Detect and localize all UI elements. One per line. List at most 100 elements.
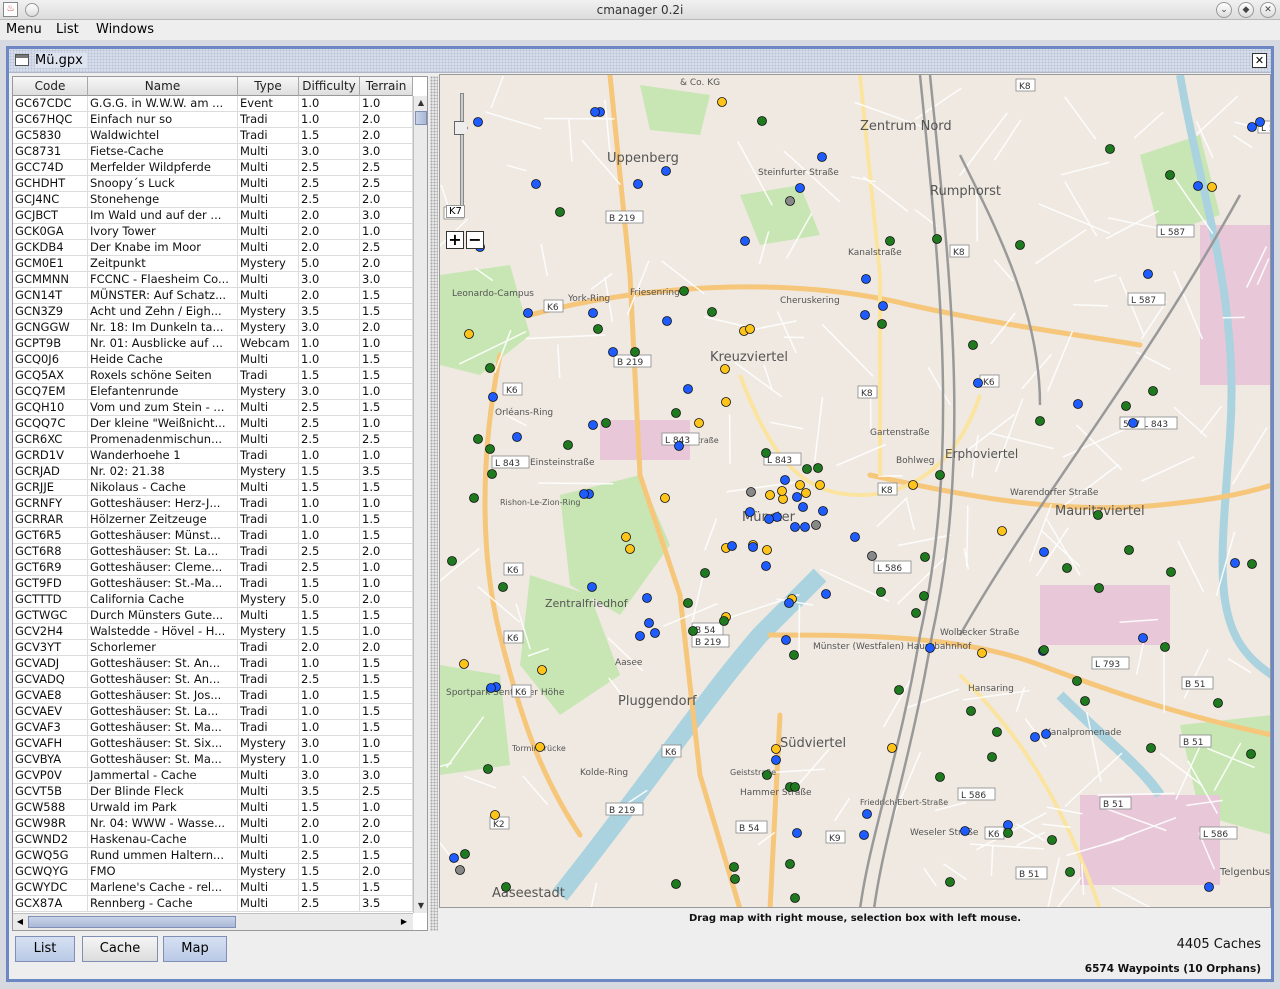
cache-marker-mystery[interactable]: [792, 828, 802, 838]
table-horizontal-scrollbar[interactable]: ◀ ▶: [13, 913, 413, 930]
table-row[interactable]: GCQ0J6 Heide Cache Multi 1.0 1.5: [13, 352, 413, 368]
cache-marker-tradi[interactable]: [987, 752, 997, 762]
cache-tab-button[interactable]: Cache: [82, 936, 158, 962]
cache-marker-mystery[interactable]: [925, 643, 935, 653]
cache-marker-tradi[interactable]: [1165, 170, 1175, 180]
cache-marker-tradi[interactable]: [601, 418, 611, 428]
cache-marker-tradi[interactable]: [700, 568, 710, 578]
cache-marker-mystery[interactable]: [771, 755, 781, 765]
column-header-terrain[interactable]: Terrain: [360, 77, 413, 96]
cache-marker-tradi[interactable]: [1062, 563, 1072, 573]
cache-marker-tradi[interactable]: [966, 706, 976, 716]
cache-marker-mystery[interactable]: [1143, 269, 1153, 279]
column-header-name[interactable]: Name: [88, 77, 238, 96]
table-row[interactable]: GCW588 Urwald im Park Multi 1.5 1.0: [13, 800, 413, 816]
table-row[interactable]: GCQ5AX Roxels schöne Seiten Tradi 1.5 1.5: [13, 368, 413, 384]
cache-marker-tradi[interactable]: [1047, 835, 1057, 845]
cache-marker-mystery[interactable]: [635, 631, 645, 641]
table-row[interactable]: GCX87A Rennberg - Cache Multi 2.5 3.5: [13, 896, 413, 912]
cache-marker-tradi[interactable]: [498, 582, 508, 592]
cache-marker-mystery[interactable]: [674, 441, 684, 451]
cache-marker-mystery[interactable]: [821, 589, 831, 599]
cache-marker-mystery[interactable]: [781, 635, 791, 645]
cache-marker-mystery[interactable]: [748, 542, 758, 552]
cache-marker-multi[interactable]: [887, 743, 897, 753]
cache-marker-multi[interactable]: [464, 329, 474, 339]
cache-marker-tradi[interactable]: [757, 116, 767, 126]
cache-marker-tradi[interactable]: [992, 727, 1002, 737]
cache-marker-tradi[interactable]: [447, 556, 457, 566]
cache-marker-mystery[interactable]: [850, 532, 860, 542]
cache-marker-mystery[interactable]: [860, 310, 870, 320]
cache-marker-tradi[interactable]: [790, 893, 800, 903]
cache-marker-mystery[interactable]: [780, 475, 790, 485]
table-row[interactable]: GCT9FD Gotteshäuser: St.-Ma... Tradi 1.5 1.0: [13, 576, 413, 592]
cache-marker-mystery[interactable]: [644, 618, 654, 628]
cache-marker-mystery[interactable]: [790, 522, 800, 532]
cache-marker-mystery[interactable]: [683, 384, 693, 394]
menu-list[interactable]: List: [56, 22, 79, 37]
cache-marker-mystery[interactable]: [662, 316, 672, 326]
cache-marker-multi[interactable]: [660, 493, 670, 503]
cache-marker-mystery[interactable]: [878, 301, 888, 311]
cache-marker-tradi[interactable]: [1105, 144, 1115, 154]
vertical-scroll-thumb[interactable]: [415, 111, 427, 125]
zoom-slider-track[interactable]: [460, 93, 464, 213]
cache-marker-mystery[interactable]: [764, 514, 774, 524]
cache-marker-mystery[interactable]: [531, 179, 541, 189]
table-row[interactable]: GCT6R5 Gotteshäuser: Münst... Tradi 1.0 1.5: [13, 528, 413, 544]
table-row[interactable]: GCVP0V Jammertal - Cache Multi 3.0 3.0: [13, 768, 413, 784]
table-row[interactable]: GCKDB4 Der Knabe im Moor Multi 2.0 2.5: [13, 240, 413, 256]
close-icon[interactable]: ✕: [1260, 2, 1276, 18]
cache-marker-multi[interactable]: [997, 526, 1007, 536]
cache-marker-tradi[interactable]: [487, 469, 497, 479]
cache-marker-tradi[interactable]: [1080, 696, 1090, 706]
cache-marker-multi[interactable]: [625, 544, 635, 554]
cache-marker-tradi[interactable]: [473, 434, 483, 444]
cache-marker-tradi[interactable]: [1247, 559, 1257, 569]
table-row[interactable]: GCM0E1 Zeitpunkt Mystery 5.0 2.0: [13, 256, 413, 272]
maximize-icon[interactable]: ◆: [1238, 2, 1254, 18]
cache-marker-mystery[interactable]: [1039, 547, 1049, 557]
cache-marker-multi[interactable]: [717, 97, 727, 107]
cache-marker-tradi[interactable]: [1094, 583, 1104, 593]
cache-marker-tradi[interactable]: [1124, 545, 1134, 555]
cache-marker-mystery[interactable]: [740, 236, 750, 246]
table-row[interactable]: GC67CDC G.G.G. in W.W.W. am ... Event 1.0 1.…: [13, 96, 413, 112]
table-row[interactable]: GCRNFY Gotteshäuser: Herz-J... Tradi 1.0 1.0: [13, 496, 413, 512]
cache-marker-mystery[interactable]: [608, 347, 618, 357]
cache-marker-mystery[interactable]: [473, 117, 483, 127]
cache-marker-mystery[interactable]: [488, 392, 498, 402]
cache-marker-tradi[interactable]: [789, 650, 799, 660]
cache-marker-tradi[interactable]: [802, 464, 812, 474]
cache-marker-mystery[interactable]: [512, 432, 522, 442]
cache-marker-tradi[interactable]: [707, 307, 717, 317]
table-row[interactable]: GCT6R9 Gotteshäuser: Cleme... Tradi 2.5 1.0: [13, 560, 413, 576]
table-row[interactable]: GCMMNN FCCNC - Flaesheim Co... Multi 3.0 3.0: [13, 272, 413, 288]
cache-marker-tradi[interactable]: [593, 324, 603, 334]
column-header-type[interactable]: Type: [238, 77, 299, 96]
cache-marker-multi[interactable]: [1207, 182, 1217, 192]
table-row[interactable]: GCNGGW Nr. 18: Im Dunkeln ta... Mystery 3.0…: [13, 320, 413, 336]
cache-marker-mystery[interactable]: [772, 512, 782, 522]
cache-marker-tradi[interactable]: [485, 363, 495, 373]
cache-marker-tradi[interactable]: [460, 849, 470, 859]
cache-marker-tradi[interactable]: [730, 874, 740, 884]
table-row[interactable]: GC8731 Fietse-Cache Multi 3.0 3.0: [13, 144, 413, 160]
cache-marker-mystery[interactable]: [590, 107, 600, 117]
cache-marker-mystery[interactable]: [862, 809, 872, 819]
cache-marker-tradi[interactable]: [813, 463, 823, 473]
cache-marker-tradi[interactable]: [1166, 567, 1176, 577]
cache-marker-tradi[interactable]: [790, 782, 800, 792]
cache-marker-multi[interactable]: [694, 418, 704, 428]
cache-marker-mystery[interactable]: [784, 598, 794, 608]
table-row[interactable]: GCQH10 Vom und zum Stein - ... Multi 2.5 1.5: [13, 400, 413, 416]
table-row[interactable]: GCN3Z9 Acht und Zehn / Eigh... Mystery 3.5 1…: [13, 304, 413, 320]
cache-marker-tradi[interactable]: [671, 879, 681, 889]
cache-marker-tradi[interactable]: [679, 286, 689, 296]
cache-marker-tradi[interactable]: [501, 882, 511, 892]
cache-marker-other[interactable]: [811, 520, 821, 530]
frame-close-icon[interactable]: ✕: [1252, 53, 1267, 68]
cache-marker-tradi[interactable]: [563, 440, 573, 450]
table-row[interactable]: GCHDHT Snoopy´s Luck Multi 2.5 2.5: [13, 176, 413, 192]
